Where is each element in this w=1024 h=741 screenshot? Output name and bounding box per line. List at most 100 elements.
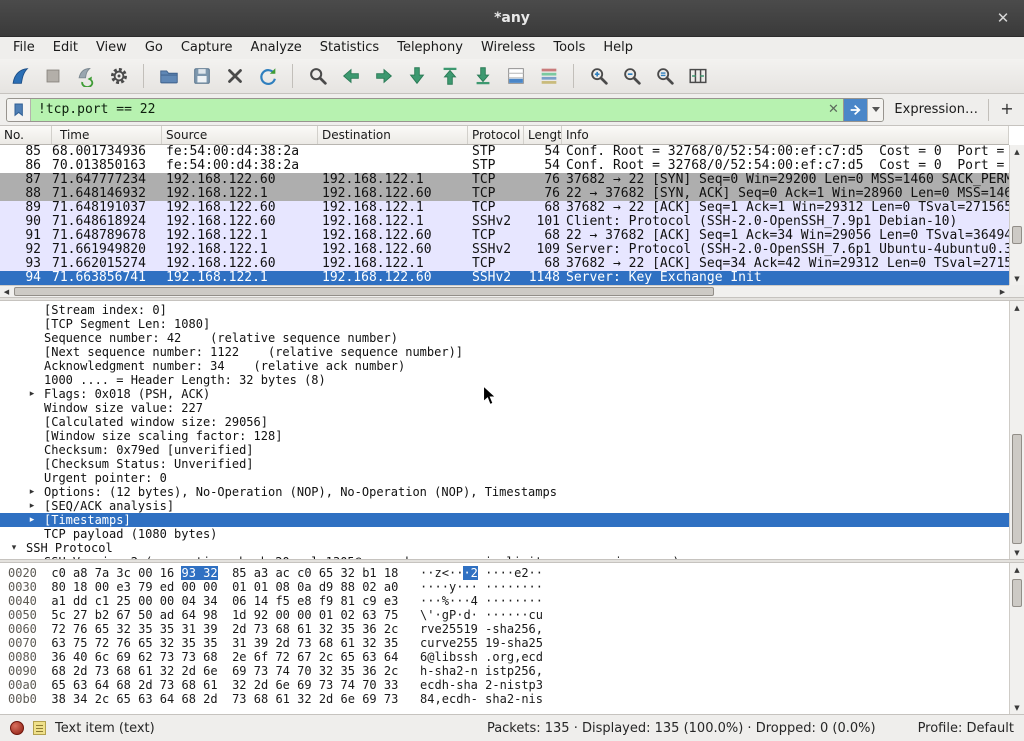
go-back-icon[interactable] [336, 62, 365, 90]
hex-row-0030[interactable]: 0030 80 18 00 e3 79 ed 00 00 01 01 08 0a… [8, 580, 1009, 594]
scrollbar-thumb[interactable] [1012, 434, 1022, 544]
detail-row[interactable]: ▾SSH Protocol [0, 541, 1009, 555]
detail-row[interactable]: ▸[SEQ/ACK analysis] [0, 499, 1009, 513]
go-to-packet-icon[interactable] [402, 62, 431, 90]
start-capture-icon[interactable] [5, 62, 34, 90]
zoom-100-icon[interactable] [650, 62, 679, 90]
packet-row-89[interactable]: 8971.648191037192.168.122.60192.168.122.… [0, 201, 1009, 215]
scrollbar-thumb[interactable] [1012, 579, 1022, 607]
packet-row-90[interactable]: 9071.648618924192.168.122.60192.168.122.… [0, 215, 1009, 229]
add-filter-button[interactable]: + [996, 99, 1018, 121]
menu-file[interactable]: File [4, 37, 44, 59]
packet-row-92[interactable]: 9271.661949820192.168.122.1192.168.122.6… [0, 243, 1009, 257]
scroll-down-arrow[interactable]: ▼ [1010, 546, 1024, 559]
hex-row-0020[interactable]: 0020 c0 a8 7a 3c 00 16 93 32 85 a3 ac c0… [8, 566, 1009, 580]
packet-row-94[interactable]: 9471.663856741192.168.122.1192.168.122.6… [0, 271, 1009, 285]
column-header-destination[interactable]: Destination [318, 126, 468, 144]
menu-view[interactable]: View [87, 37, 136, 59]
open-file-icon[interactable] [154, 62, 183, 90]
menu-statistics[interactable]: Statistics [311, 37, 388, 59]
close-window-button[interactable]: ✕ [992, 8, 1014, 30]
zoom-in-icon[interactable] [584, 62, 613, 90]
hex-row-0040[interactable]: 0040 a1 dd c1 25 00 00 04 34 06 14 f5 e8… [8, 594, 1009, 608]
details-vscrollbar[interactable]: ▲ ▼ [1009, 301, 1024, 559]
detail-row[interactable]: Checksum: 0x79ed [unverified] [0, 443, 1009, 457]
hex-vscrollbar[interactable]: ▲ ▼ [1009, 563, 1024, 714]
scroll-up-arrow[interactable]: ▲ [1010, 563, 1024, 576]
stop-capture-icon[interactable] [38, 62, 67, 90]
resize-columns-icon[interactable] [683, 62, 712, 90]
save-file-icon[interactable] [187, 62, 216, 90]
hex-row-0090[interactable]: 0090 68 2d 73 68 61 32 2d 6e 69 73 74 70… [8, 664, 1009, 678]
close-file-icon[interactable] [220, 62, 249, 90]
filter-bookmark-button[interactable] [7, 99, 31, 121]
menu-edit[interactable]: Edit [44, 37, 87, 59]
detail-row[interactable]: 1000 .... = Header Length: 32 bytes (8) [0, 373, 1009, 387]
expression-button[interactable]: Expression… [891, 102, 981, 117]
menu-telephony[interactable]: Telephony [388, 37, 472, 59]
packet-row-86[interactable]: 8670.013850163fe:54:00:d4:38:2aSTP54Conf… [0, 159, 1009, 173]
detail-row[interactable]: ▸[Timestamps] [0, 513, 1009, 527]
expander-collapsed-icon[interactable]: ▸ [24, 499, 40, 513]
scroll-up-arrow[interactable]: ▲ [1010, 301, 1024, 314]
filter-apply-button[interactable] [843, 99, 867, 121]
hex-row-0070[interactable]: 0070 63 75 72 76 65 32 35 35 31 39 2d 73… [8, 636, 1009, 650]
column-header-info[interactable]: Info [562, 126, 1009, 144]
menu-tools[interactable]: Tools [544, 37, 594, 59]
packet-row-93[interactable]: 9371.662015274192.168.122.60192.168.122.… [0, 257, 1009, 271]
auto-scroll-icon[interactable] [501, 62, 530, 90]
profile-label[interactable]: Profile: Default [918, 721, 1014, 736]
detail-row[interactable]: Acknowledgment number: 34 (relative ack … [0, 359, 1009, 373]
expander-collapsed-icon[interactable]: ▸ [24, 387, 40, 401]
detail-row[interactable]: TCP payload (1080 bytes) [0, 527, 1009, 541]
last-packet-icon[interactable] [468, 62, 497, 90]
menu-wireless[interactable]: Wireless [472, 37, 544, 59]
packet-row-88[interactable]: 8871.648146932192.168.122.1192.168.122.6… [0, 187, 1009, 201]
detail-row[interactable]: Urgent pointer: 0 [0, 471, 1009, 485]
capture-options-icon[interactable] [104, 62, 133, 90]
menu-go[interactable]: Go [136, 37, 172, 59]
column-header-time[interactable]: Time [52, 126, 162, 144]
packet-list-vscrollbar[interactable]: ▲ ▼ [1009, 145, 1024, 285]
packet-row-91[interactable]: 9171.648789678192.168.122.1192.168.122.6… [0, 229, 1009, 243]
packet-row-87[interactable]: 8771.647777234192.168.122.60192.168.122.… [0, 173, 1009, 187]
menu-capture[interactable]: Capture [172, 37, 242, 59]
menu-analyze[interactable]: Analyze [242, 37, 311, 59]
detail-row[interactable]: [Calculated window size: 29056] [0, 415, 1009, 429]
scroll-up-arrow[interactable]: ▲ [1010, 145, 1024, 158]
find-packet-icon[interactable] [303, 62, 332, 90]
filter-dropdown-button[interactable] [867, 99, 883, 121]
column-header-length[interactable]: Length [524, 126, 562, 144]
first-packet-icon[interactable] [435, 62, 464, 90]
go-forward-icon[interactable] [369, 62, 398, 90]
scroll-left-arrow[interactable]: ◀ [0, 286, 13, 297]
scroll-down-arrow[interactable]: ▼ [1010, 701, 1024, 714]
restart-capture-icon[interactable] [71, 62, 100, 90]
detail-row[interactable]: ▸Flags: 0x018 (PSH, ACK) [0, 387, 1009, 401]
filter-clear-button[interactable]: ✕ [823, 99, 843, 121]
hex-row-0080[interactable]: 0080 36 40 6c 69 62 73 73 68 2e 6f 72 67… [8, 650, 1009, 664]
detail-row[interactable]: [Checksum Status: Unverified] [0, 457, 1009, 471]
detail-row[interactable]: [Window size scaling factor: 128] [0, 429, 1009, 443]
packet-list-hscrollbar[interactable]: ◀ ▶ [0, 285, 1009, 297]
reload-icon[interactable] [253, 62, 282, 90]
column-header-source[interactable]: Source [162, 126, 318, 144]
detail-row[interactable]: ▸Options: (12 bytes), No-Operation (NOP)… [0, 485, 1009, 499]
expert-info-icon[interactable] [10, 721, 24, 735]
detail-row[interactable]: Sequence number: 42 (relative sequence n… [0, 331, 1009, 345]
hex-row-0050[interactable]: 0050 5c 27 b2 67 50 ad 64 98 1d 92 00 00… [8, 608, 1009, 622]
zoom-out-icon[interactable] [617, 62, 646, 90]
scroll-down-arrow[interactable]: ▼ [1010, 272, 1024, 285]
column-header-protocol[interactable]: Protocol [468, 126, 524, 144]
hex-row-00b0[interactable]: 00b0 38 34 2c 65 63 64 68 2d 73 68 61 32… [8, 692, 1009, 706]
detail-row[interactable]: [Stream index: 0] [0, 303, 1009, 317]
capture-comment-icon[interactable] [33, 721, 46, 735]
scroll-right-arrow[interactable]: ▶ [996, 286, 1009, 297]
detail-row[interactable]: [Next sequence number: 1122 (relative se… [0, 345, 1009, 359]
packet-row-85[interactable]: 8568.001734936fe:54:00:d4:38:2aSTP54Conf… [0, 145, 1009, 159]
hex-row-00a0[interactable]: 00a0 65 63 64 68 2d 73 68 61 32 2d 6e 69… [8, 678, 1009, 692]
detail-row[interactable]: [TCP Segment Len: 1080] [0, 317, 1009, 331]
expander-collapsed-icon[interactable]: ▸ [24, 485, 40, 499]
column-header-no[interactable]: No. [0, 126, 52, 144]
scrollbar-thumb[interactable] [1012, 226, 1022, 244]
